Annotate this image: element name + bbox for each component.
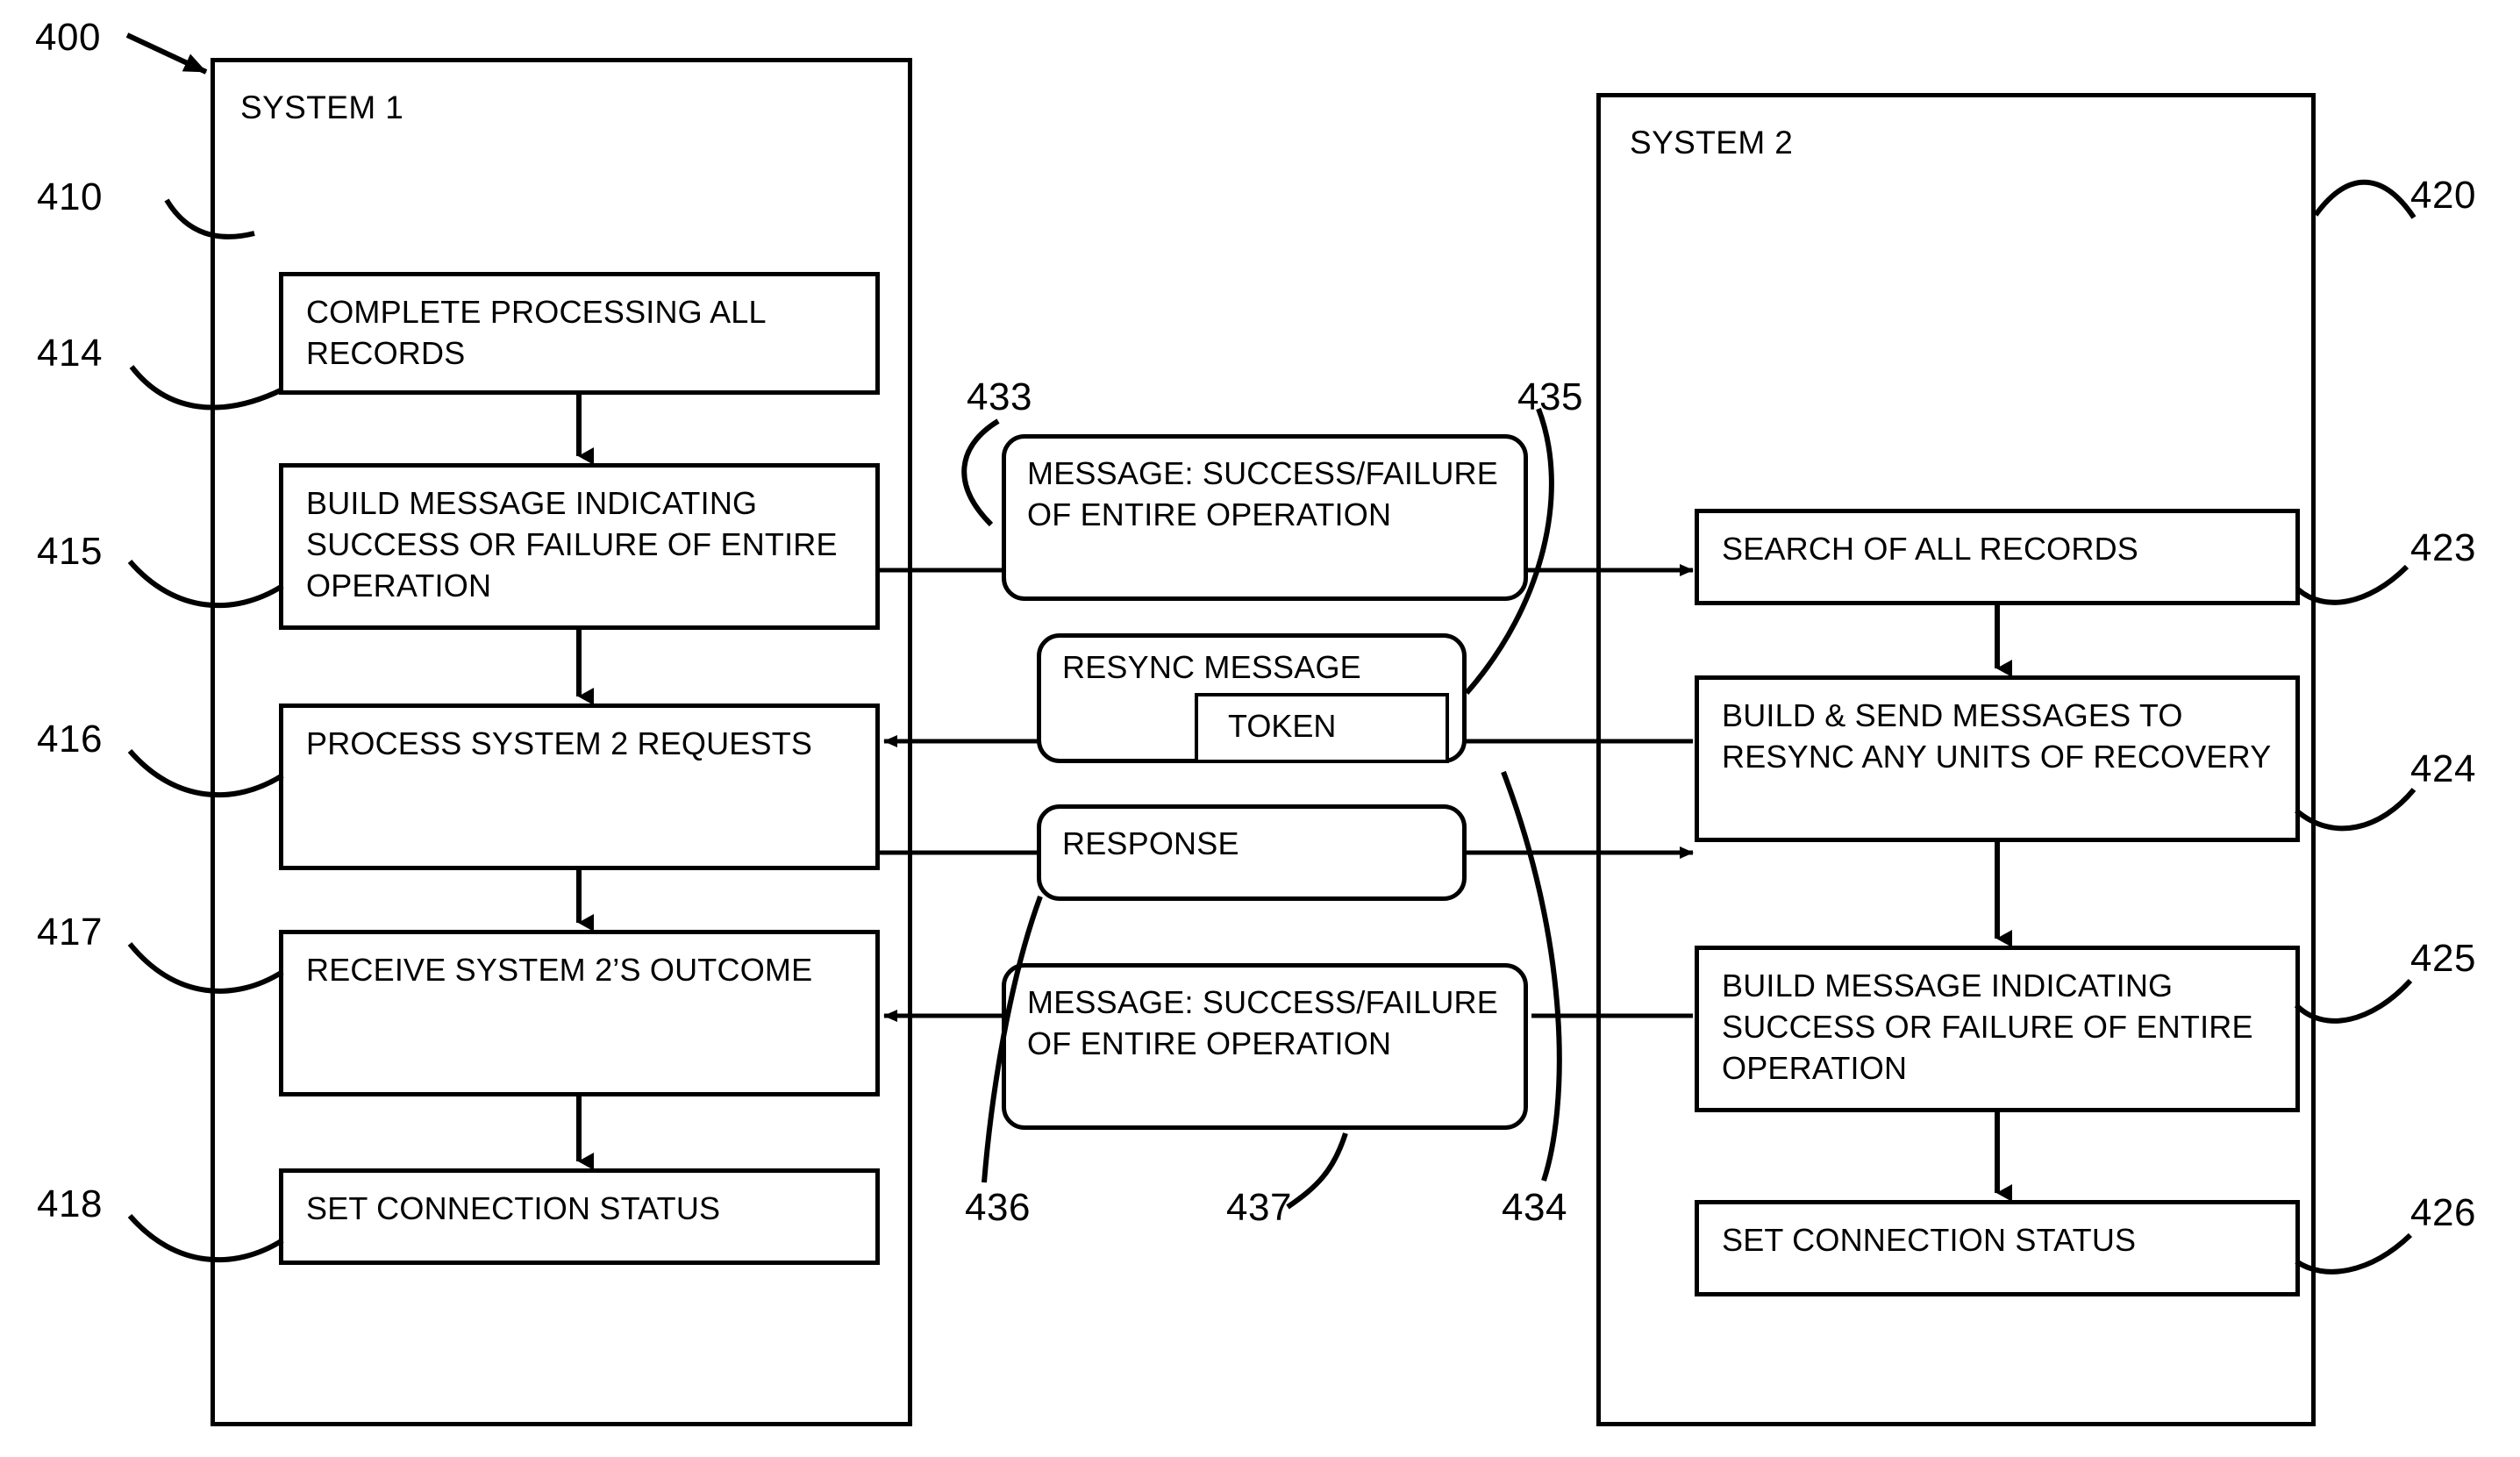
step-label-416: PROCESS SYSTEM 2 REQUESTS: [306, 725, 813, 761]
system-2-title: SYSTEM 2: [1630, 125, 1794, 161]
message-label-436: RESPONSE: [1062, 825, 1239, 861]
token-box[interactable]: TOKEN: [1195, 693, 1449, 763]
ref-number-418: 418: [37, 1182, 103, 1225]
step-box-426[interactable]: SET CONNECTION STATUS: [1695, 1200, 2300, 1296]
step-label-414: COMPLETE PROCESSING ALL RECORDS: [306, 294, 766, 371]
ref-number-417: 417: [37, 911, 103, 953]
message-label-437: MESSAGE: SUCCESS/FAILURE OF ENTIRE OPERA…: [1027, 984, 1498, 1061]
step-box-416[interactable]: PROCESS SYSTEM 2 REQUESTS: [279, 704, 880, 870]
message-box-437[interactable]: MESSAGE: SUCCESS/FAILURE OF ENTIRE OPERA…: [1002, 963, 1528, 1130]
ref-number-434: 434: [1502, 1186, 1567, 1229]
ref-number-423: 423: [2410, 526, 2476, 569]
step-label-418: SET CONNECTION STATUS: [306, 1190, 721, 1226]
ref-number-424: 424: [2410, 747, 2476, 790]
step-box-414[interactable]: COMPLETE PROCESSING ALL RECORDS: [279, 272, 880, 395]
ref-number-415: 415: [37, 530, 103, 573]
system-1-title: SYSTEM 1: [240, 89, 404, 125]
leader-433: [961, 418, 1000, 527]
step-label-423: SEARCH OF ALL RECORDS: [1722, 531, 2138, 567]
message-box-433[interactable]: MESSAGE: SUCCESS/FAILURE OF ENTIRE OPERA…: [1002, 434, 1528, 601]
step-label-417: RECEIVE SYSTEM 2’S OUTCOME: [306, 952, 813, 988]
step-label-415: BUILD MESSAGE INDICATING SUCCESS OR FAIL…: [306, 485, 838, 604]
step-label-424: BUILD & SEND MESSAGES TO RESYNC ANY UNIT…: [1722, 697, 2272, 775]
step-box-415[interactable]: BUILD MESSAGE INDICATING SUCCESS OR FAIL…: [279, 463, 880, 630]
figure-callout-arrow-400: [125, 32, 208, 75]
message-label-435: RESYNC MESSAGE: [1062, 649, 1361, 685]
ref-number-420: 420: [2410, 174, 2476, 217]
ref-number-416: 416: [37, 718, 103, 761]
ref-number-433: 433: [967, 375, 1032, 418]
leader-420: [2313, 179, 2416, 219]
ref-number-426: 426: [2410, 1191, 2476, 1234]
step-box-417[interactable]: RECEIVE SYSTEM 2’S OUTCOME: [279, 930, 880, 1096]
step-label-426: SET CONNECTION STATUS: [1722, 1222, 2137, 1258]
ref-number-400: 400: [35, 16, 101, 59]
step-box-424[interactable]: BUILD & SEND MESSAGES TO RESYNC ANY UNIT…: [1695, 675, 2300, 842]
ref-number-425: 425: [2410, 937, 2476, 980]
step-box-425[interactable]: BUILD MESSAGE INDICATING SUCCESS OR FAIL…: [1695, 946, 2300, 1112]
ref-number-414: 414: [37, 332, 103, 375]
step-label-425: BUILD MESSAGE INDICATING SUCCESS OR FAIL…: [1722, 968, 2253, 1086]
patent-figure-canvas: SYSTEM 1 SYSTEM 2 COMPLETE PROCESSING AL…: [0, 0, 2520, 1457]
ref-number-436: 436: [965, 1186, 1031, 1229]
step-box-418[interactable]: SET CONNECTION STATUS: [279, 1168, 880, 1265]
step-box-423[interactable]: SEARCH OF ALL RECORDS: [1695, 509, 2300, 605]
ref-number-437: 437: [1226, 1186, 1292, 1229]
message-box-436-response[interactable]: RESPONSE: [1037, 804, 1467, 901]
token-label: TOKEN: [1228, 708, 1337, 744]
message-label-433: MESSAGE: SUCCESS/FAILURE OF ENTIRE OPERA…: [1027, 455, 1498, 532]
ref-number-410: 410: [37, 175, 103, 218]
leader-437: [1286, 1132, 1348, 1210]
ref-number-435: 435: [1517, 375, 1583, 418]
